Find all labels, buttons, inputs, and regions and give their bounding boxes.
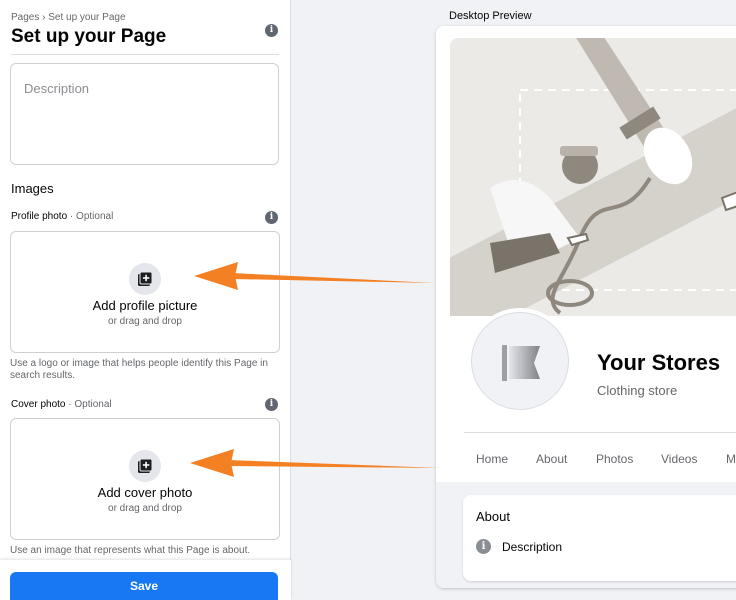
tab-about[interactable]: About — [536, 452, 567, 466]
info-icon[interactable]: i — [265, 211, 278, 224]
divider — [11, 54, 279, 55]
add-profile-picture-label: Add profile picture — [92, 298, 198, 313]
tab-videos[interactable]: Videos — [661, 452, 697, 466]
add-cover-photo-label: Add cover photo — [97, 485, 193, 500]
images-heading: Images — [11, 181, 54, 196]
page-name: Your Stores — [597, 350, 721, 375]
cover-photo-upload[interactable]: Add cover photo or drag and drop — [10, 418, 280, 540]
tab-more[interactable]: M — [726, 452, 736, 466]
description-field[interactable]: Description — [10, 63, 279, 165]
about-area: About i Description — [436, 482, 736, 588]
about-title: About — [476, 509, 510, 524]
breadcrumb[interactable]: Pages › Set up your Page — [11, 12, 126, 23]
cover-illustration — [450, 38, 736, 316]
about-description: Description — [502, 540, 563, 554]
add-photo-icon — [129, 263, 161, 295]
info-icon[interactable]: i — [265, 24, 278, 37]
tab-home[interactable]: Home — [476, 452, 508, 466]
about-card: About i Description — [463, 495, 736, 581]
drag-drop-hint: or drag and drop — [108, 316, 182, 327]
description-placeholder: Description — [24, 81, 90, 96]
page-category: Clothing store — [597, 383, 678, 398]
info-icon[interactable]: i — [265, 398, 278, 411]
setup-panel: Pages › Set up your Page Set up your Pag… — [0, 0, 291, 600]
tab-photos[interactable]: Photos — [596, 452, 633, 466]
page-title: Set up your Page — [11, 26, 167, 47]
cover-photo-hint: Use an image that represents what this P… — [10, 545, 251, 556]
profile-photo-label: Profile photo · Optional — [11, 211, 114, 222]
desktop-preview-label: Desktop Preview — [449, 10, 532, 22]
drag-drop-hint: or drag and drop — [108, 503, 182, 514]
info-icon: i — [476, 539, 491, 554]
tabs-divider — [464, 432, 736, 433]
profile-photo-hint: Use a logo or image that helps people id… — [10, 358, 268, 381]
profile-picture-placeholder — [467, 308, 573, 414]
profile-photo-upload[interactable]: Add profile picture or drag and drop — [10, 231, 280, 353]
flag-icon — [502, 345, 540, 381]
save-button[interactable]: Save — [10, 572, 278, 600]
save-bar: Save — [0, 560, 291, 600]
page-preview-card: Your Stores Clothing store Home About Ph… — [436, 26, 736, 588]
add-photo-icon — [129, 450, 161, 482]
cover-photo-label: Cover photo · Optional — [11, 399, 112, 410]
